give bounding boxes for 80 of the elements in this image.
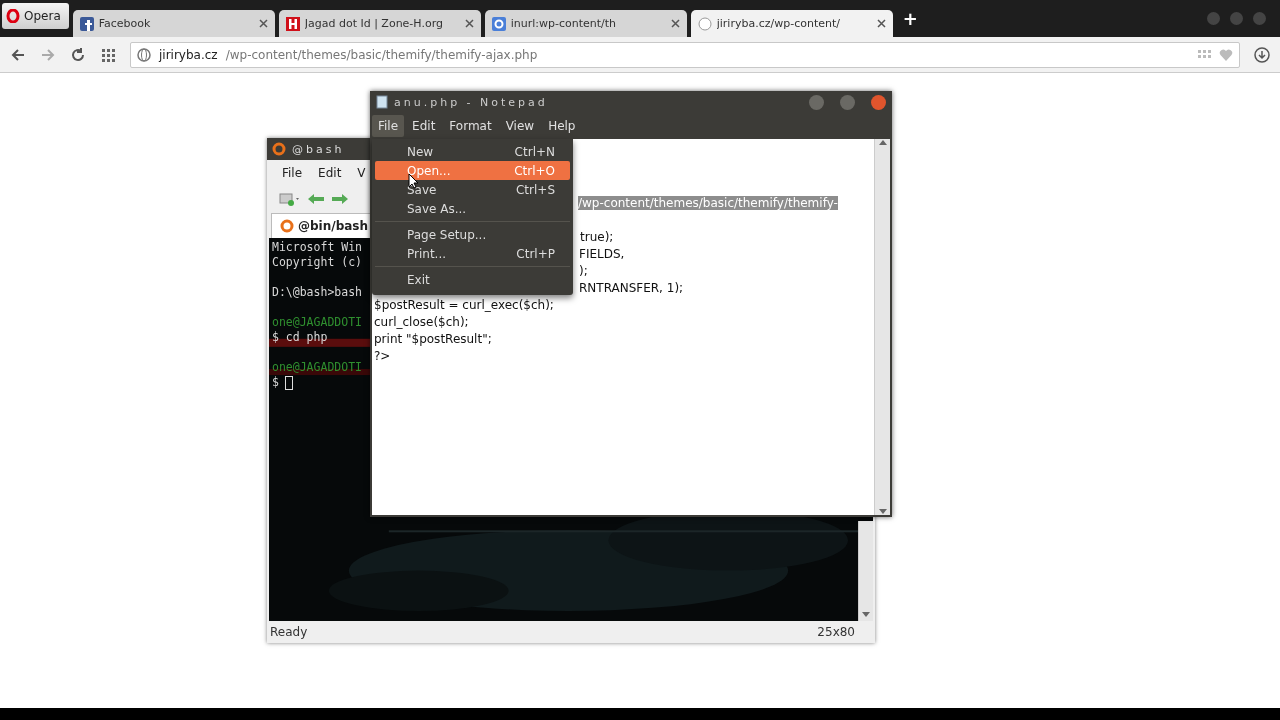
scroll-down-icon (862, 612, 870, 618)
shortcut-label: Ctrl+S (515, 182, 555, 197)
ubuntu-logo-icon (280, 219, 294, 233)
minimize-button[interactable] (809, 94, 824, 110)
menu-item[interactable]: Print... Ctrl+P (375, 244, 570, 263)
ubuntu-logo-icon (272, 142, 286, 156)
menu-item[interactable]: View (499, 115, 541, 137)
terminal-line: D:\@bash>bash (272, 285, 362, 300)
close-icon[interactable] (1253, 12, 1266, 25)
opera-menu-button[interactable]: Opera (2, 3, 69, 29)
menu-item[interactable]: Edit (406, 115, 442, 137)
close-icon (670, 19, 680, 28)
shortcut-label: Ctrl+O (514, 163, 555, 178)
menu-item[interactable]: Format (443, 115, 498, 137)
code-line: print "$postResult"; (374, 332, 492, 346)
browser-tab[interactable]: Jagad dot Id | Zone-H.org (278, 10, 481, 37)
browser-tab[interactable]: jiriryba.cz/wp-content/ (690, 10, 893, 37)
menu-item[interactable]: Save Ctrl+S (375, 180, 570, 199)
terminal-line: $ cd php (272, 330, 328, 345)
address-field[interactable]: jiriryba.cz /wp-content/themes/basic/themify/themify-ajax.php (130, 41, 1240, 68)
terminal-size: 25x80 (817, 625, 855, 639)
close-icon (876, 19, 886, 28)
code-line: ); (579, 264, 588, 278)
text-cursor (284, 375, 293, 390)
menu-item[interactable]: Save As... (375, 199, 570, 218)
code-line: RNTRANSFER, 1); (579, 281, 684, 295)
close-icon (464, 19, 474, 28)
page-icon (697, 16, 712, 31)
minimize-icon[interactable] (1207, 12, 1220, 25)
url-host: jiriryba.cz (159, 47, 218, 62)
terminal-prompt: one@JAGADDOTI (272, 315, 362, 330)
menu-item[interactable]: Page Setup... (375, 225, 570, 244)
code-line: curl_close($ch); (374, 315, 469, 329)
shortcut-label: Ctrl+N (514, 144, 555, 159)
browser-tab[interactable]: inurl:wp-content/th (484, 10, 687, 37)
scroll-down-icon (878, 509, 887, 515)
new-tab-icon (279, 191, 301, 207)
scroll-up-icon (878, 139, 887, 145)
google-icon (491, 16, 506, 31)
menu-item[interactable]: Help (542, 115, 582, 137)
opera-logo-icon (6, 9, 20, 23)
maximize-icon[interactable] (1230, 12, 1243, 25)
back-icon (10, 46, 26, 63)
browser-tab[interactable]: Facebook (72, 10, 275, 37)
globe-icon (137, 47, 151, 62)
shortcut-label: Ctrl+P (516, 246, 555, 261)
arrow-left-icon (307, 192, 325, 206)
terminal-line: Microsoft Win (272, 240, 362, 255)
heart-icon (1219, 47, 1233, 62)
menu-item[interactable]: Exit (375, 270, 570, 289)
close-icon (258, 19, 268, 28)
scrollbar[interactable] (858, 521, 873, 621)
menu-item[interactable]: Edit (313, 164, 347, 182)
notepad-icon (376, 95, 388, 109)
code-line: true); (580, 230, 614, 244)
window-title: @bash (292, 142, 345, 156)
new-tab-button[interactable]: + (902, 8, 918, 29)
close-button[interactable] (871, 94, 886, 110)
menu-item[interactable]: File (372, 115, 405, 137)
menu-item[interactable]: V (352, 164, 371, 182)
window-title: anu.php - Notepad (394, 95, 549, 109)
menu-item[interactable]: New Ctrl+N (375, 142, 570, 161)
download-icon (1254, 46, 1270, 63)
code-line: ?> (374, 349, 391, 363)
maximize-button[interactable] (840, 94, 855, 110)
code-line: FIELDS, (579, 247, 625, 261)
zone-h-icon (285, 16, 300, 31)
arrow-right-icon (331, 192, 349, 206)
url-path: /wp-content/themes/basic/themify/themify-ajax.php (225, 47, 539, 62)
facebook-icon (79, 16, 94, 31)
terminal-prompt: one@JAGADDOTI (272, 360, 362, 375)
terminal-line: $ (272, 375, 279, 390)
code-line: $postResult = curl_exec($ch); (374, 298, 554, 312)
apps-grid-icon (100, 46, 116, 63)
scrollbar[interactable] (874, 139, 890, 515)
status-text: Ready (270, 625, 308, 639)
menu-item[interactable]: File (277, 164, 308, 182)
terminal-line: Copyright (c) (272, 255, 362, 270)
reload-icon (70, 46, 86, 63)
forward-icon (40, 46, 56, 63)
